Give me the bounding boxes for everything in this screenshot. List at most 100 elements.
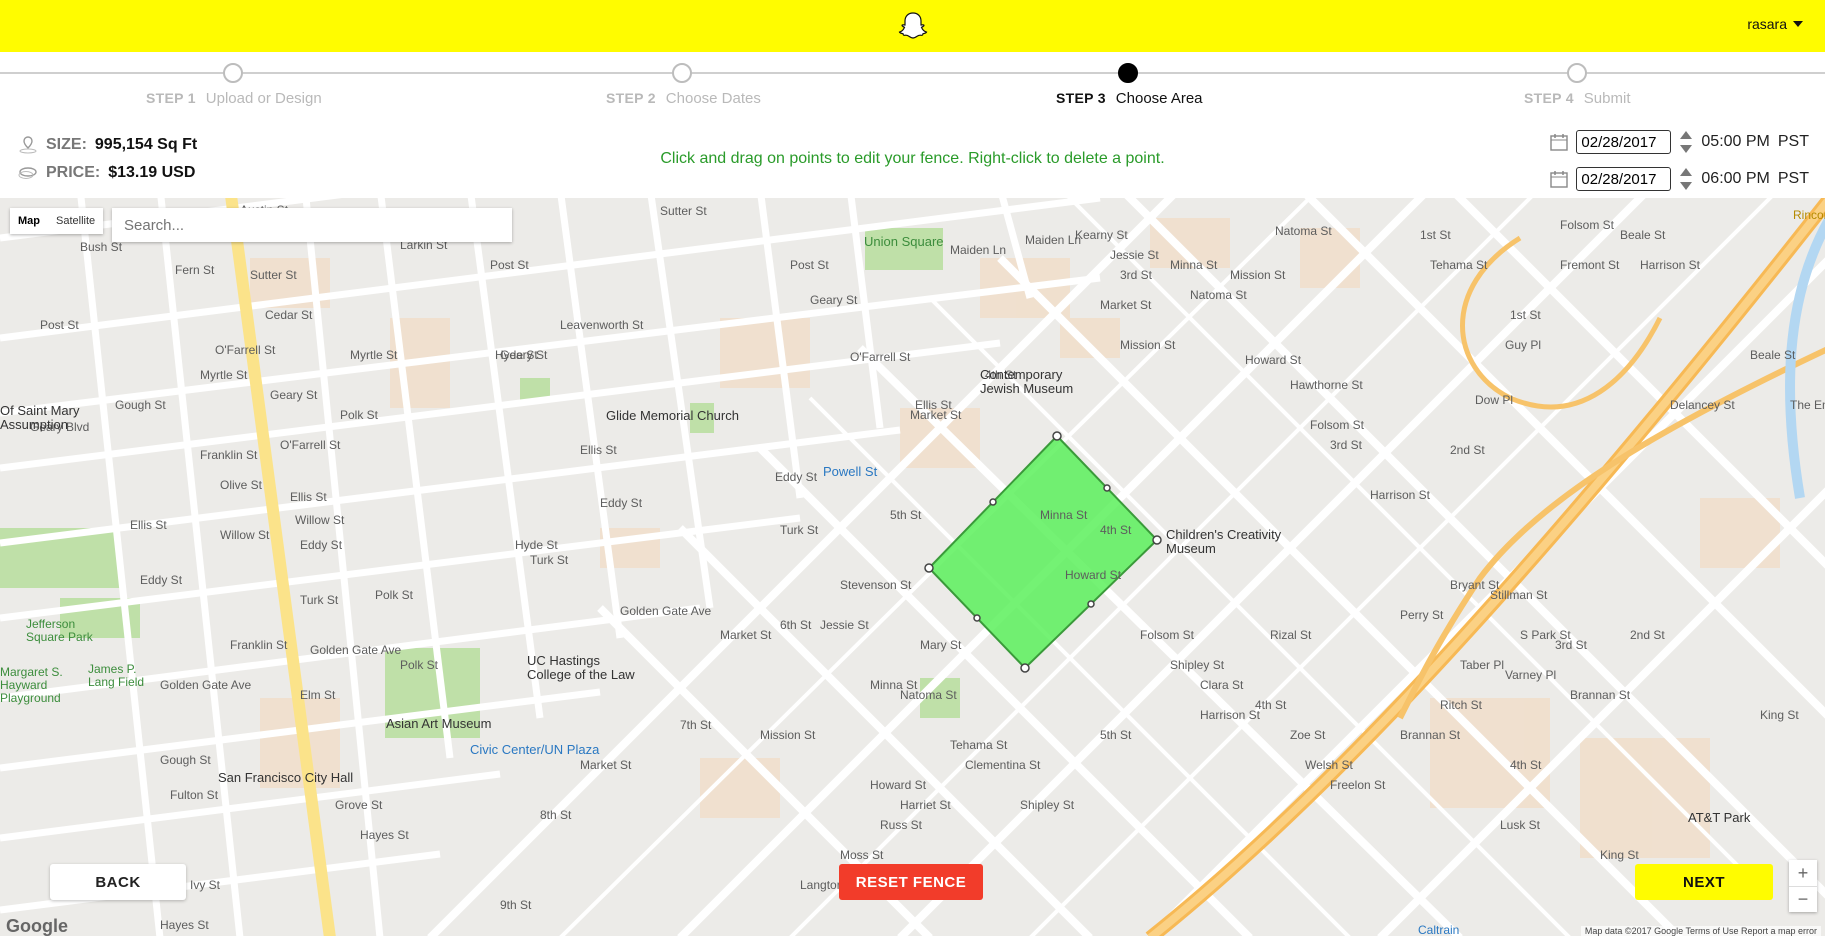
calendar-icon[interactable] — [1550, 170, 1569, 188]
place-label[interactable]: UC Hastings College of the Law — [527, 654, 647, 682]
end-datetime: 06:00 PM PST — [1550, 167, 1809, 191]
start-time-spinner[interactable] — [1679, 130, 1693, 154]
map-attribution[interactable]: Map data ©2017 Google Terms of Use Repor… — [1580, 926, 1821, 936]
street-label: Hyde St — [495, 348, 538, 362]
start-date-input[interactable] — [1576, 130, 1672, 154]
step-3-label: STEP 3 Choose Area — [1056, 90, 1203, 107]
calendar-icon[interactable] — [1550, 133, 1569, 151]
place-label[interactable]: Of Saint Mary Assumption — [0, 404, 80, 432]
street-label: Shipley St — [1020, 798, 1075, 812]
end-time[interactable]: 06:00 PM — [1701, 170, 1769, 188]
step-2-label[interactable]: STEP 2 Choose Dates — [606, 90, 761, 107]
street-label: Eddy St — [140, 573, 183, 587]
street-label: Russ St — [880, 818, 923, 832]
start-time[interactable]: 05:00 PM — [1701, 133, 1769, 151]
street-label: Market St — [1100, 298, 1152, 312]
step-2-dot — [672, 63, 692, 83]
street-label: Harrison St — [1640, 258, 1701, 272]
step-1-label[interactable]: STEP 1 Upload or Design — [146, 90, 322, 107]
street-label: Franklin St — [200, 448, 258, 462]
street-label: 4th St — [1510, 758, 1542, 772]
park-label[interactable]: Jefferson Square Park — [26, 618, 106, 644]
zoom-out-button[interactable]: − — [1789, 886, 1817, 912]
street-label: 7th St — [680, 718, 712, 732]
street-label: Welsh St — [1305, 758, 1353, 772]
street-label: Harrison St — [1200, 708, 1261, 722]
street-label: Clementina St — [965, 758, 1041, 772]
end-time-spinner[interactable] — [1679, 167, 1693, 191]
place-label[interactable]: Children's Creativity Museum — [1166, 528, 1286, 556]
transit-label[interactable]: Powell St — [823, 464, 877, 479]
step-1-dot — [223, 63, 243, 83]
end-date-input[interactable] — [1576, 167, 1672, 191]
street-label: Tehama St — [950, 738, 1008, 752]
street-label: Polk St — [375, 588, 414, 602]
street-label: 5th St — [1100, 728, 1132, 742]
street-label: Elm St — [300, 688, 336, 702]
place-label[interactable]: Union Square — [864, 234, 944, 249]
street-label: Post St — [490, 258, 529, 272]
street-label: Brannan St — [1570, 688, 1631, 702]
street-label: Folsom St — [1310, 418, 1365, 432]
street-label: Leavenworth St — [560, 318, 644, 332]
street-label: 2nd St — [1450, 443, 1485, 457]
back-button[interactable]: BACK — [50, 864, 186, 900]
map-canvas[interactable]: Bush St Sutter St Sutter St Post St Post… — [0, 198, 1825, 936]
street-label: Harrison St — [1370, 488, 1431, 502]
transit-label[interactable]: Civic Center/UN Plaza — [470, 742, 599, 757]
street-label: Jessie St — [820, 618, 869, 632]
street-label: Fulton St — [170, 788, 219, 802]
street-label: King St — [1600, 848, 1639, 862]
zoom-in-button[interactable]: + — [1789, 860, 1817, 886]
street-label: Golden Gate Ave — [620, 604, 712, 618]
street-label: Ellis St — [580, 443, 617, 457]
street-label: Varney Pl — [1505, 668, 1557, 682]
transit-label[interactable]: Caltrain — [1418, 923, 1459, 936]
street-label: Stillman St — [1490, 588, 1548, 602]
place-label[interactable]: AT&T Park — [1688, 810, 1750, 825]
user-menu[interactable]: rasara — [1747, 16, 1803, 32]
street-label: 9th St — [500, 898, 532, 912]
park-label[interactable]: James P. Lang Field — [88, 663, 158, 689]
street-label: Rizal St — [1270, 628, 1312, 642]
map-type-map[interactable]: Map — [10, 208, 48, 234]
place-label[interactable]: San Francisco City Hall — [218, 770, 353, 785]
street-label: Post St — [40, 318, 79, 332]
park-label[interactable]: Margaret S. Hayward Playground — [0, 666, 80, 705]
snapchat-ghost-icon[interactable] — [897, 10, 929, 42]
next-button[interactable]: NEXT — [1635, 864, 1773, 900]
street-label: Hayes St — [160, 918, 209, 932]
street-label: 1st St — [1510, 308, 1541, 322]
street-label: Harriet St — [900, 798, 951, 812]
street-label: Golden Gate Ave — [160, 678, 252, 692]
reset-fence-button[interactable]: RESET FENCE — [839, 864, 983, 900]
street-label: Guy Pl — [1505, 338, 1542, 352]
street-label: 1st St — [1420, 228, 1451, 242]
top-bar: rasara — [0, 0, 1825, 52]
street-label: Minna St — [870, 678, 918, 692]
street-label: Sutter St — [660, 204, 707, 218]
zoom-control: + − — [1789, 860, 1817, 912]
street-label: Maiden Ln — [1025, 233, 1082, 247]
place-label[interactable]: Asian Art Museum — [386, 716, 492, 731]
map-type-toggle: Map Satellite — [10, 208, 104, 234]
street-label: Taber Pl — [1460, 658, 1505, 672]
street-label: Howard St — [1065, 568, 1122, 582]
street-label: Tehama St — [1430, 258, 1488, 272]
street-label: Turk St — [300, 593, 339, 607]
place-label[interactable]: Contemporary Jewish Museum — [980, 368, 1090, 396]
map-type-satellite[interactable]: Satellite — [48, 208, 103, 234]
street-label: Willow St — [295, 513, 345, 527]
street-label: Myrtle St — [200, 368, 248, 382]
street-label: Rincon — [1793, 208, 1825, 222]
street-label: Natoma St — [1190, 288, 1247, 302]
street-label: 3rd St — [1330, 438, 1363, 452]
street-label: Dow Pl — [1475, 393, 1514, 407]
street-label: Mission St — [760, 728, 816, 742]
search-input[interactable] — [112, 208, 512, 242]
street-label: Turk St — [780, 523, 819, 537]
street-label: Maiden Ln — [950, 243, 1007, 257]
street-label: Eddy St — [775, 470, 818, 484]
street-label: Fremont St — [1560, 258, 1620, 272]
place-label[interactable]: Glide Memorial Church — [606, 408, 739, 423]
